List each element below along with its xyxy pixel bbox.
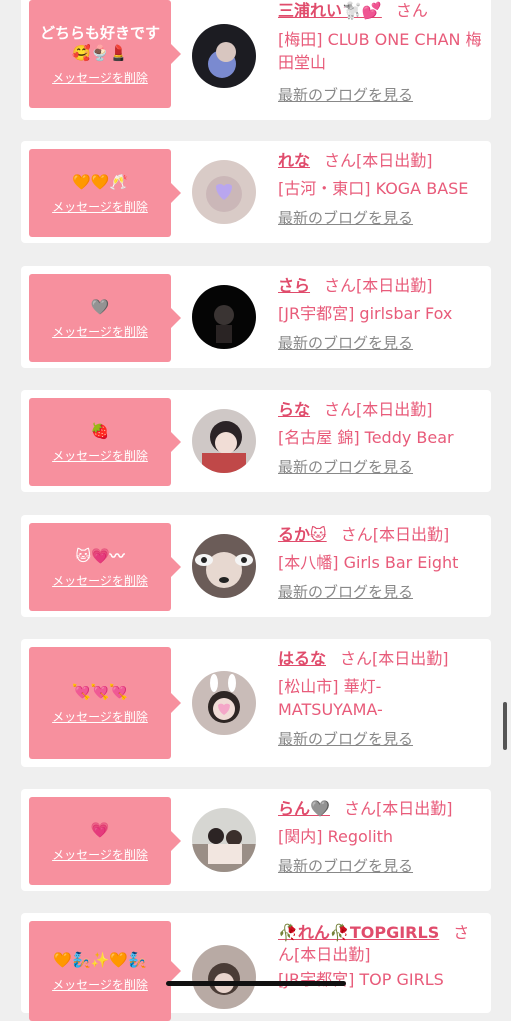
message-bubble: 🐱💗〰 メッセージを削除: [29, 523, 181, 611]
message-bubble: 💘💘💘 メッセージを削除: [29, 647, 181, 759]
message-bubble: 🍓 メッセージを削除: [29, 398, 181, 486]
message-bubble: 💗 メッセージを削除: [29, 797, 181, 885]
cast-info: 三浦れい🐩💕 さん [梅田] CLUB ONE CHAN 梅田堂山 最新のブログを…: [278, 0, 484, 105]
status-badge: [本日出勤]: [294, 945, 371, 964]
cast-name-link[interactable]: 🥀れん🥀TOPGIRLS: [278, 923, 439, 942]
honorific: さん: [324, 151, 357, 170]
shop-name: [JR宇都宮] girlsbar Fox: [278, 304, 453, 323]
honorific: さん: [343, 799, 376, 818]
avatar[interactable]: [192, 534, 256, 598]
shop-name: [本八幡] Girls Bar Eight: [278, 553, 459, 572]
cast-info: らな さん[本日出勤] [名古屋 錦] Teddy Bear 最新のブログを見る: [278, 399, 484, 477]
avatar[interactable]: [192, 160, 256, 224]
cast-name-link[interactable]: るか🐱: [278, 525, 327, 544]
shop-name: [松山市] 華灯-MATSUYAMA-: [278, 677, 383, 719]
message-text: 🩶: [90, 297, 110, 316]
message-card: 🧡🧞✨🧡🧞 メッセージを削除 🥀れん🥀TOPGIRLS さん[本日出勤] [JR宇…: [21, 913, 491, 1021]
blog-link[interactable]: 最新のブログを見る: [278, 208, 484, 228]
cast-info: さら さん[本日出勤] [JR宇都宮] girlsbar Fox 最新のブログを見…: [278, 275, 484, 353]
message-bubble: 🧡🧡🥂 メッセージを削除: [29, 149, 181, 237]
message-text: 🧡🧞✨🧡🧞: [53, 950, 147, 969]
shop-name: [JR宇都宮] TOP GIRLS: [278, 970, 444, 989]
home-indicator[interactable]: [166, 981, 346, 986]
blog-link[interactable]: 最新のブログを見る: [278, 457, 484, 477]
avatar[interactable]: [192, 285, 256, 349]
delete-message-link[interactable]: メッセージを削除: [52, 200, 148, 215]
message-card: 💗 メッセージを削除 らん🩶 さん[本日出勤] [関内] Regolith 最新の…: [21, 789, 491, 891]
blog-link[interactable]: 最新のブログを見る: [278, 729, 484, 749]
message-text: 🍓: [90, 421, 110, 440]
message-text: どちらも好きです🥰🍨💄: [39, 23, 160, 62]
message-card: 🐱💗〰 メッセージを削除 るか🐱 さん[本日出勤] [本八幡] Girls Bar…: [21, 515, 491, 617]
delete-message-link[interactable]: メッセージを削除: [52, 710, 148, 725]
delete-message-link[interactable]: メッセージを削除: [52, 325, 148, 340]
blog-link[interactable]: 最新のブログを見る: [278, 582, 484, 602]
message-card: 🍓 メッセージを削除 らな さん[本日出勤] [名古屋 錦] Teddy Bear…: [21, 390, 491, 492]
cast-name-link[interactable]: れな: [278, 151, 310, 170]
message-card: 🧡🧡🥂 メッセージを削除 れな さん[本日出勤] [古河・東口] KOGA BAS…: [21, 141, 491, 243]
message-bubble: どちらも好きです🥰🍨💄 メッセージを削除: [29, 0, 181, 108]
blog-link[interactable]: 最新のブログを見る: [278, 333, 484, 353]
delete-message-link[interactable]: メッセージを削除: [52, 574, 148, 589]
message-text: 💘💘💘: [71, 682, 129, 701]
scrollbar[interactable]: [503, 702, 507, 750]
status-badge: [本日出勤]: [356, 276, 433, 295]
cast-info: らん🩶 さん[本日出勤] [関内] Regolith 最新のブログを見る: [278, 798, 484, 876]
delete-message-link[interactable]: メッセージを削除: [52, 848, 148, 863]
honorific: さん: [395, 1, 428, 20]
status-badge: [本日出勤]: [356, 151, 433, 170]
cast-name-link[interactable]: らん🩶: [278, 799, 330, 818]
cast-info: はるな さん[本日出勤] [松山市] 華灯-MATSUYAMA- 最新のブログを見…: [278, 648, 484, 749]
cast-name-link[interactable]: らな: [278, 400, 310, 419]
shop-name: [古河・東口] KOGA BASE: [278, 179, 469, 198]
shop-name: [名古屋 錦] Teddy Bear: [278, 428, 454, 447]
cast-name-link[interactable]: さら: [278, 276, 310, 295]
honorific: さん: [340, 649, 373, 668]
message-text: 🧡🧡🥂: [71, 172, 129, 191]
honorific: さん: [324, 400, 357, 419]
cast-info: るか🐱 さん[本日出勤] [本八幡] Girls Bar Eight 最新のブログ…: [278, 524, 484, 602]
message-card: 💘💘💘 メッセージを削除 はるな さん[本日出勤] [松山市] 華灯-MATSUY…: [21, 639, 491, 767]
avatar[interactable]: [192, 671, 256, 735]
cast-name-link[interactable]: 三浦れい🐩💕: [278, 1, 382, 20]
avatar[interactable]: [192, 945, 256, 1009]
shop-name: [梅田] CLUB ONE CHAN 梅田堂山: [278, 30, 482, 72]
avatar[interactable]: [192, 24, 256, 88]
delete-message-link[interactable]: メッセージを削除: [52, 71, 148, 86]
status-badge: [本日出勤]: [372, 525, 450, 544]
status-badge: [本日出勤]: [372, 649, 449, 668]
honorific: さん: [324, 276, 357, 295]
message-text: 💗: [90, 820, 110, 839]
avatar[interactable]: [192, 808, 256, 872]
status-badge: [本日出勤]: [375, 799, 453, 818]
honorific: さん: [340, 525, 373, 544]
delete-message-link[interactable]: メッセージを削除: [52, 978, 148, 993]
message-text: 🐱💗〰: [75, 546, 125, 565]
cast-info: れな さん[本日出勤] [古河・東口] KOGA BASE 最新のブログを見る: [278, 150, 484, 228]
blog-link[interactable]: 最新のブログを見る: [278, 85, 484, 105]
message-card: 🩶 メッセージを削除 さら さん[本日出勤] [JR宇都宮] girlsbar F…: [21, 266, 491, 368]
blog-link[interactable]: 最新のブログを見る: [278, 856, 484, 876]
message-bubble: 🧡🧞✨🧡🧞 メッセージを削除: [29, 921, 181, 1021]
avatar[interactable]: [192, 409, 256, 473]
message-card: どちらも好きです🥰🍨💄 メッセージを削除 三浦れい🐩💕 さん [梅田] CLUB …: [21, 0, 491, 120]
shop-name: [関内] Regolith: [278, 827, 394, 846]
delete-message-link[interactable]: メッセージを削除: [52, 449, 148, 464]
status-badge: [本日出勤]: [356, 400, 433, 419]
cast-name-link[interactable]: はるな: [278, 649, 326, 668]
message-bubble: 🩶 メッセージを削除: [29, 274, 181, 362]
